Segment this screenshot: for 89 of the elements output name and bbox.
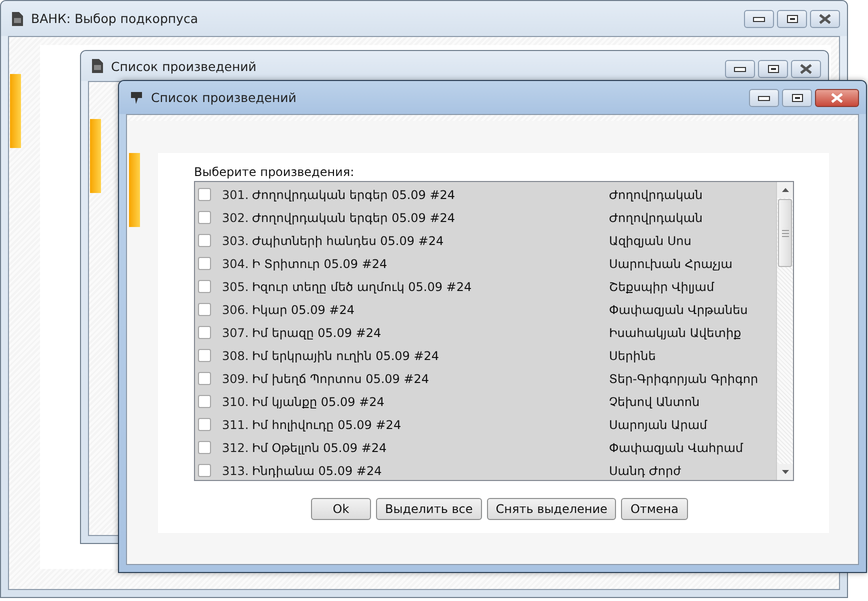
work-title: Իմ երկրային ուղին 05.09 #24 [252, 348, 440, 362]
checkbox[interactable] [198, 257, 211, 270]
work-title: Իմ երազը 05.09 #24 [252, 326, 382, 340]
work-title: Ի Տրիտուր 05.09 #24 [252, 256, 388, 270]
works-list[interactable] [194, 181, 794, 481]
minimize-icon [753, 16, 765, 22]
checkbox[interactable] [198, 303, 211, 316]
checkbox[interactable] [198, 280, 211, 293]
row-number: 311. [222, 418, 250, 432]
author-name: Սերինե [609, 348, 656, 362]
checkbox[interactable] [198, 464, 211, 477]
author-name: Ազիզյան Սոս [609, 234, 692, 248]
work-title: Իմ Օթելլոն 05.09 #24 [252, 440, 388, 454]
maximize-button[interactable] [777, 10, 807, 28]
document-icon [92, 59, 103, 73]
work-title: Իկար 05.09 #24 [252, 302, 356, 316]
scroll-up-button[interactable] [777, 182, 793, 198]
author-name: Չեխով Անտոն [609, 394, 700, 408]
dialog-button[interactable]: Ok [311, 498, 371, 520]
checkbox[interactable] [198, 211, 211, 224]
scrollbar[interactable] [776, 182, 793, 480]
checkbox[interactable] [198, 349, 211, 362]
work-title: Իմ խեղճ Պորտոս 05.09 #24 [252, 372, 430, 386]
maximize-icon [786, 15, 798, 23]
pushpin-icon [130, 91, 143, 104]
minimize-icon [758, 96, 770, 100]
checkbox[interactable] [198, 418, 211, 431]
author-name: Սանդ Ժորժ [609, 464, 681, 478]
dialog-button[interactable]: Отмена [621, 498, 688, 520]
checkbox[interactable] [198, 441, 211, 454]
minimize-button[interactable] [725, 60, 755, 78]
close-button[interactable] [791, 60, 821, 78]
maximize-icon [768, 65, 778, 73]
row-number: 313. [222, 464, 250, 478]
work-title: Ժողովրդական երգեր 05.09 #24 [252, 210, 456, 224]
minimize-button[interactable] [744, 10, 774, 28]
checkbox[interactable] [198, 395, 211, 408]
scroll-down-button[interactable] [777, 464, 793, 480]
maximize-button[interactable] [782, 89, 812, 107]
window-title: Список произведений [111, 58, 258, 74]
maximize-button[interactable] [758, 60, 788, 78]
work-title: Ժողովրդական երգեր 05.09 #24 [252, 188, 456, 202]
row-number: 310. [222, 394, 250, 408]
author-name: Տեր-Գրիգորյան Գրիգոր [609, 372, 758, 386]
close-icon [819, 14, 831, 24]
work-title: Իմ հոլիվուդը 05.09 #24 [252, 418, 402, 432]
down-arrow-icon [782, 470, 788, 474]
author-name: Սարուխան Հրաչյա [609, 256, 732, 270]
row-number: 305. [222, 280, 250, 294]
row-number: 304. [222, 256, 250, 270]
up-arrow-icon [782, 188, 788, 192]
author-name: Փափազյան Վահրամ [609, 440, 744, 454]
checkbox[interactable] [198, 234, 211, 247]
author-name: Շեքսպիր Վիլյամ [609, 280, 714, 294]
work-title: Իմ կյանքը 05.09 #24 [252, 394, 386, 408]
checkbox[interactable] [198, 372, 211, 385]
close-icon [831, 93, 843, 103]
author-name: Փափազյան Վրթանես [609, 302, 748, 316]
work-title: Ժպիտների հանդես 05.09 #24 [252, 234, 445, 248]
row-number: 301. [222, 188, 250, 202]
row-number: 307. [222, 326, 250, 340]
author-name: Սարոյան Արամ [609, 418, 708, 432]
author-name: Ժողովրդական [609, 210, 703, 224]
work-title: Իզուր տեղը մեծ աղմուկ 05.09 #24 [252, 280, 473, 294]
close-button[interactable] [810, 10, 840, 28]
row-number: 312. [222, 440, 250, 454]
dialog-button[interactable]: Снять выделение [486, 498, 616, 520]
checkbox[interactable] [198, 188, 211, 201]
row-number: 306. [222, 302, 250, 316]
document-icon [12, 12, 23, 26]
checkbox[interactable] [198, 326, 211, 339]
maximize-icon [792, 94, 802, 102]
minimize-button[interactable] [749, 89, 779, 107]
grip-icon [782, 230, 788, 236]
work-title: Ինդիանա 05.09 #24 [252, 464, 383, 478]
dialog-button[interactable]: Выделить все [376, 498, 482, 520]
close-icon [800, 64, 812, 74]
author-name: Ժողովրդական [609, 188, 703, 202]
close-button[interactable] [815, 89, 859, 107]
row-number: 308. [222, 348, 250, 362]
row-number: 302. [222, 210, 250, 224]
scroll-thumb[interactable] [778, 199, 792, 267]
row-number: 309. [222, 372, 250, 386]
minimize-icon [734, 66, 746, 72]
author-name: Իսահակյան Ավետիք [609, 326, 742, 340]
window-title: Список произведений [151, 90, 298, 105]
window-title: ВАНК: Выбор подкорпуса [31, 11, 199, 26]
prompt-label: Выберите произведения: [194, 165, 356, 181]
row-number: 303. [222, 234, 250, 248]
